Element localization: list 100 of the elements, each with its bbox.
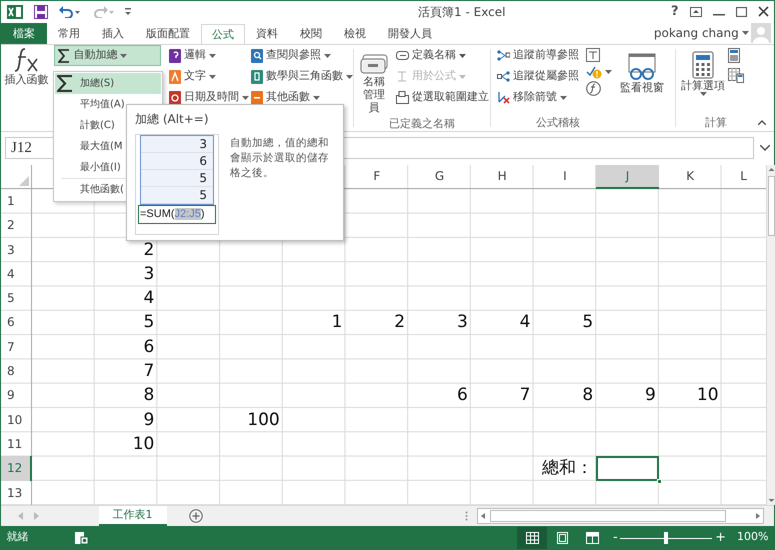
sum-icon [57, 75, 73, 92]
page-break-icon [586, 532, 599, 544]
caret-icon [313, 96, 320, 100]
sum-icon [58, 48, 70, 63]
ribbon-tab[interactable]: 開發人員 [377, 23, 443, 44]
collapse-ribbon-icon[interactable] [758, 120, 766, 126]
help-button[interactable]: ? [670, 2, 678, 22]
function-category-button[interactable]: 邏輯 [165, 45, 247, 66]
autosum-button[interactable]: 自動加總 [54, 45, 161, 66]
auditing-button[interactable]: 移除箭號 [493, 87, 583, 108]
table-cell-text: 7 [142, 360, 156, 384]
grid-icon [526, 532, 539, 544]
preview-cell: 5 [141, 187, 213, 204]
row-header[interactable]: 9 [1, 383, 32, 408]
zoom-out-button[interactable]: - [612, 528, 618, 548]
normal-view-button[interactable] [517, 526, 548, 549]
ribbon-tab[interactable]: 常用 [47, 23, 91, 44]
column-header[interactable]: K [658, 164, 722, 189]
zoom-in-button[interactable]: + [715, 528, 726, 548]
window-glasses-icon [626, 53, 658, 82]
caret-icon [560, 96, 567, 100]
customize-icon[interactable] [124, 8, 132, 16]
row-header[interactable]: 3 [1, 238, 32, 262]
macro-record-icon[interactable] [74, 532, 88, 544]
row-header[interactable]: 1 [1, 188, 32, 214]
row-header[interactable]: 5 [1, 286, 32, 310]
row-header[interactable]: 8 [1, 359, 32, 384]
calculator-book-icon [251, 70, 263, 84]
tooltip-title: 加總 (Alt+=) [135, 111, 210, 128]
menu-item[interactable]: 加總(S) [55, 73, 161, 94]
column-header[interactable]: H [470, 164, 534, 189]
trace-arrows-icon [497, 49, 510, 62]
status-text: 就緒 [6, 529, 28, 546]
letter-book-icon [169, 70, 181, 84]
watch-window-button[interactable]: 監看視窗 [617, 51, 667, 115]
card-file-icon [359, 53, 389, 76]
row-header[interactable]: 7 [1, 334, 32, 360]
table-cell-text: 總和： [541, 457, 594, 480]
caret-icon [324, 54, 331, 58]
user-name[interactable]: pokang chang [654, 24, 739, 42]
sheet-tab[interactable]: 工作表1 [98, 506, 166, 526]
slider-thumb[interactable] [664, 532, 668, 544]
show-formulas-icon[interactable] [586, 48, 600, 62]
ribbon-tab[interactable]: 版面配置 [135, 23, 201, 44]
ribbon-tab[interactable]: 公式 [201, 24, 245, 46]
table-cell-text: 10 [696, 384, 720, 408]
function-category-button[interactable]: 查閱與參照 [247, 45, 351, 66]
caret-icon [209, 54, 216, 58]
calculate-sheet-icon[interactable] [728, 68, 744, 84]
row-header[interactable]: 4 [1, 262, 32, 286]
ribbon-display-icon[interactable] [690, 6, 702, 17]
close-icon[interactable] [758, 6, 768, 18]
table-cell-text: 4 [518, 311, 532, 334]
evaluate-formula-icon[interactable] [586, 81, 601, 96]
table-cell-text: 1 [330, 311, 344, 334]
label-tag-icon [396, 49, 409, 62]
calculator-icon[interactable] [728, 48, 740, 63]
name-manager-button[interactable]: 名稱 管理員 [356, 51, 392, 116]
name-command-button[interactable]: 從選取範圍建立 [392, 87, 493, 108]
ribbon-tab[interactable]: 插入 [91, 23, 135, 44]
preview-cell: 6 [141, 153, 213, 170]
scrollbar-thumb[interactable] [768, 176, 775, 236]
function-category-button[interactable]: 文字 [165, 66, 247, 88]
column-header[interactable]: F [345, 164, 408, 189]
active-cell[interactable] [596, 456, 659, 481]
add-sheet-icon[interactable] [188, 509, 202, 524]
file-tab[interactable]: 檔案 [1, 23, 47, 44]
auditing-button[interactable]: 追蹤從屬參照 [493, 66, 583, 88]
function-category-button[interactable]: 數學與三角函數 [247, 66, 351, 88]
table-cell-text: 7 [518, 384, 532, 408]
table-cell-text: 6 [142, 336, 156, 359]
row-header[interactable]: 10 [1, 408, 32, 432]
calculation-options-button[interactable]: 計算選項 [678, 49, 728, 115]
zoom-slider[interactable] [620, 532, 712, 544]
name-command-button[interactable]: 定義名稱 [392, 45, 493, 66]
row-header[interactable]: 2 [1, 213, 32, 238]
ribbon-tab[interactable]: 校閱 [289, 23, 333, 44]
table-cell-text: 4 [142, 287, 156, 310]
maximize-icon[interactable] [736, 6, 746, 17]
error-check-icon[interactable] [586, 64, 602, 79]
table-cell-text: 2 [142, 238, 156, 262]
column-header[interactable]: J [596, 164, 659, 189]
ribbon-tab[interactable]: 檢視 [333, 23, 377, 44]
page-icon [556, 532, 569, 544]
save-icon[interactable] [34, 4, 48, 19]
auditing-button[interactable]: 追蹤前導參照 [493, 45, 583, 66]
horizontal-scrollbar[interactable] [477, 508, 764, 524]
table-cell-text: 3 [456, 311, 469, 334]
row-header[interactable]: 6 [1, 310, 32, 335]
column-header[interactable]: G [408, 164, 471, 189]
trace-arrows-icon [497, 70, 510, 84]
group-label: 已定義之名稱 [388, 116, 456, 132]
row-header[interactable]: 12 [1, 456, 32, 481]
caret-icon [604, 70, 612, 74]
ribbon-tab[interactable]: 資料 [245, 23, 289, 44]
expand-icon[interactable] [760, 144, 770, 151]
undo-icon[interactable] [58, 6, 80, 18]
zoom-level[interactable]: 100% [737, 529, 768, 546]
caret-icon [346, 74, 353, 79]
insert-function-button[interactable]: 插入函數 [1, 45, 52, 132]
